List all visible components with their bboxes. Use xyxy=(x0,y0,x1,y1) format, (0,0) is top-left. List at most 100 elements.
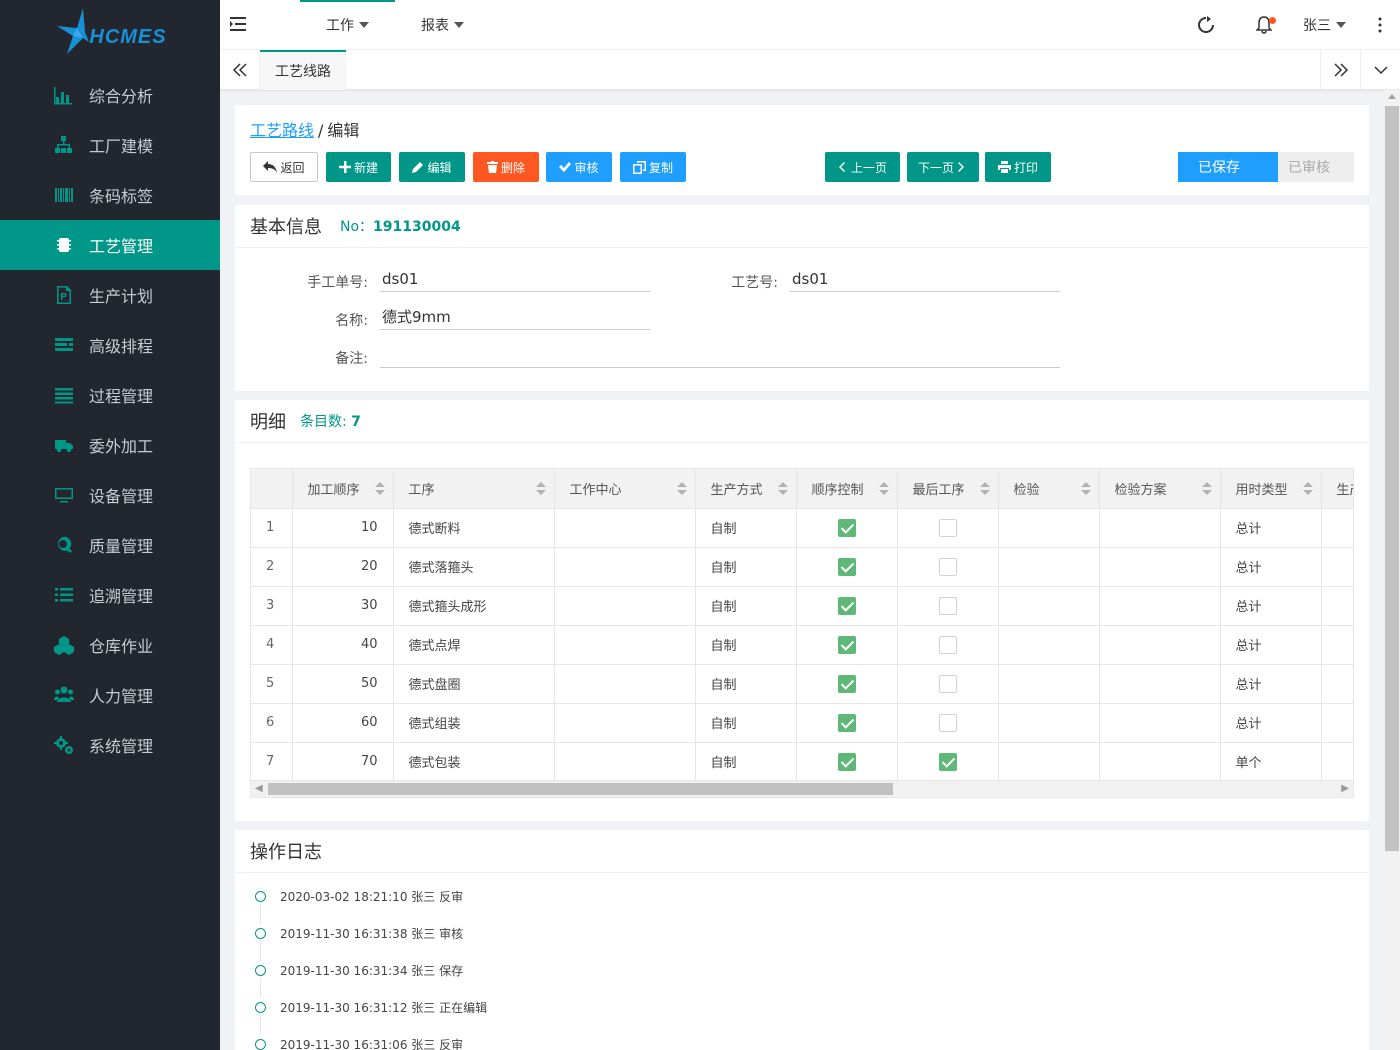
cell-production[interactable] xyxy=(1321,703,1353,743)
cell-time-type[interactable]: 总计 xyxy=(1220,703,1322,743)
refresh-button[interactable] xyxy=(1177,0,1235,50)
last-operation-checkbox[interactable] xyxy=(938,674,957,693)
cell-work-center[interactable] xyxy=(554,703,696,743)
table-row[interactable]: 4 40 德式点焊 自制 总计 xyxy=(251,625,1353,665)
sidebar-item-6[interactable]: 高级排程 xyxy=(0,320,220,370)
more-button[interactable] xyxy=(1360,0,1400,50)
cell-production-mode[interactable]: 自制 xyxy=(695,625,797,665)
last-operation-checkbox[interactable] xyxy=(938,635,957,654)
tabs-scroll-left[interactable] xyxy=(220,50,260,90)
sidebar-item-7[interactable]: 过程管理 xyxy=(0,370,220,420)
scroll-left-icon[interactable]: ◀ xyxy=(255,783,263,794)
remark-field[interactable] xyxy=(380,344,1060,368)
cell-time-type[interactable]: 总计 xyxy=(1220,586,1322,626)
table-row[interactable]: 7 70 德式包装 自制 单个 xyxy=(251,742,1353,782)
cell-operation[interactable]: 德式断料 xyxy=(393,508,555,548)
cell-operation[interactable]: 德式箍头成形 xyxy=(393,586,555,626)
vertical-scrollbar[interactable] xyxy=(1384,90,1400,1050)
cell-operation[interactable]: 德式落箍头 xyxy=(393,547,555,587)
cell-work-center[interactable] xyxy=(554,586,696,626)
cell-production-mode[interactable]: 自制 xyxy=(695,664,797,704)
sort-icon[interactable] xyxy=(878,482,889,496)
last-operation-checkbox[interactable] xyxy=(938,596,957,615)
table-row[interactable]: 3 30 德式箍头成形 自制 总计 xyxy=(251,586,1353,626)
order-control-checkbox[interactable] xyxy=(837,596,856,615)
cell-inspection[interactable] xyxy=(998,703,1100,743)
table-row[interactable]: 6 60 德式组装 自制 总计 xyxy=(251,703,1353,743)
cell-operation[interactable]: 德式盘圈 xyxy=(393,664,555,704)
cell-sequence[interactable]: 20 xyxy=(292,547,394,587)
cell-operation[interactable]: 德式点焊 xyxy=(393,625,555,665)
sidebar-item-12[interactable]: 仓库作业 xyxy=(0,620,220,670)
cell-work-center[interactable] xyxy=(554,508,696,548)
print-button[interactable]: 打印 xyxy=(985,152,1051,182)
column-header-7[interactable]: 检验 xyxy=(998,469,1100,509)
nav-report[interactable]: 报表 xyxy=(395,0,490,50)
column-header-2[interactable]: 工序 xyxy=(393,469,555,509)
name-field[interactable]: 德式9mm xyxy=(380,306,650,330)
cell-inspection-plan[interactable] xyxy=(1099,703,1221,743)
cell-operation[interactable]: 德式包装 xyxy=(393,742,555,782)
sidebar-item-10[interactable]: 质量管理 xyxy=(0,520,220,570)
vertical-scroll-thumb[interactable] xyxy=(1385,106,1399,851)
cell-production[interactable] xyxy=(1321,547,1353,587)
sort-icon[interactable] xyxy=(777,482,788,496)
cell-inspection[interactable] xyxy=(998,742,1100,782)
sort-icon[interactable] xyxy=(1201,482,1212,496)
column-header-10[interactable]: 生产 xyxy=(1321,469,1353,509)
order-control-checkbox[interactable] xyxy=(837,674,856,693)
user-menu[interactable]: 张三 xyxy=(1293,15,1360,35)
cell-time-type[interactable]: 总计 xyxy=(1220,547,1322,587)
sidebar-item-5[interactable]: 生产计划 xyxy=(0,270,220,320)
cell-inspection-plan[interactable] xyxy=(1099,547,1221,587)
table-row[interactable]: 2 20 德式落箍头 自制 总计 xyxy=(251,547,1353,587)
cell-inspection-plan[interactable] xyxy=(1099,742,1221,782)
cell-inspection[interactable] xyxy=(998,508,1100,548)
cell-sequence[interactable]: 10 xyxy=(292,508,394,548)
sort-icon[interactable] xyxy=(1080,482,1091,496)
edit-button[interactable]: 编辑 xyxy=(399,152,465,182)
cell-operation[interactable]: 德式组装 xyxy=(393,703,555,743)
cell-time-type[interactable]: 总计 xyxy=(1220,664,1322,704)
column-header-6[interactable]: 最后工序 xyxy=(897,469,999,509)
sidebar-item-13[interactable]: 人力管理 xyxy=(0,670,220,720)
cell-inspection[interactable] xyxy=(998,547,1100,587)
column-header-5[interactable]: 顺序控制 xyxy=(796,469,898,509)
cell-time-type[interactable]: 总计 xyxy=(1220,625,1322,665)
cell-work-center[interactable] xyxy=(554,625,696,665)
order-control-checkbox[interactable] xyxy=(837,518,856,537)
cell-production[interactable] xyxy=(1321,625,1353,665)
cell-inspection[interactable] xyxy=(998,625,1100,665)
cell-sequence[interactable]: 70 xyxy=(292,742,394,782)
sidebar-item-11[interactable]: 追溯管理 xyxy=(0,570,220,620)
breadcrumb-parent-link[interactable]: 工艺路线 xyxy=(250,121,314,140)
tabs-menu[interactable] xyxy=(1360,50,1400,90)
cell-production[interactable] xyxy=(1321,742,1353,782)
sidebar-item-9[interactable]: 设备管理 xyxy=(0,470,220,520)
sidebar-item-8[interactable]: 委外加工 xyxy=(0,420,220,470)
cell-sequence[interactable]: 40 xyxy=(292,625,394,665)
order-control-checkbox[interactable] xyxy=(837,752,856,771)
sidebar-item-2[interactable]: 工厂建模 xyxy=(0,120,220,170)
tab-process-route[interactable]: 工艺线路 xyxy=(260,50,346,90)
order-control-checkbox[interactable] xyxy=(837,557,856,576)
tabs-scroll-right[interactable] xyxy=(1320,50,1360,90)
scroll-thumb[interactable] xyxy=(268,783,893,795)
last-operation-checkbox[interactable] xyxy=(938,713,957,732)
cell-sequence[interactable]: 50 xyxy=(292,664,394,704)
sort-icon[interactable] xyxy=(374,482,385,496)
notification-button[interactable] xyxy=(1235,0,1293,50)
manual-no-field[interactable]: ds01 xyxy=(380,268,650,292)
new-button[interactable]: 新建 xyxy=(326,152,391,182)
column-header-1[interactable]: 加工顺序 xyxy=(292,469,394,509)
cell-sequence[interactable]: 30 xyxy=(292,586,394,626)
back-button[interactable]: 返回 xyxy=(250,152,318,182)
cell-work-center[interactable] xyxy=(554,664,696,704)
sort-icon[interactable] xyxy=(535,482,546,496)
sidebar-item-3[interactable]: 条码标签 xyxy=(0,170,220,220)
cell-production[interactable] xyxy=(1321,508,1353,548)
column-header-9[interactable]: 用时类型 xyxy=(1220,469,1322,509)
delete-button[interactable]: 删除 xyxy=(473,152,539,182)
scroll-right-icon[interactable]: ▶ xyxy=(1341,783,1349,794)
cell-production[interactable] xyxy=(1321,586,1353,626)
